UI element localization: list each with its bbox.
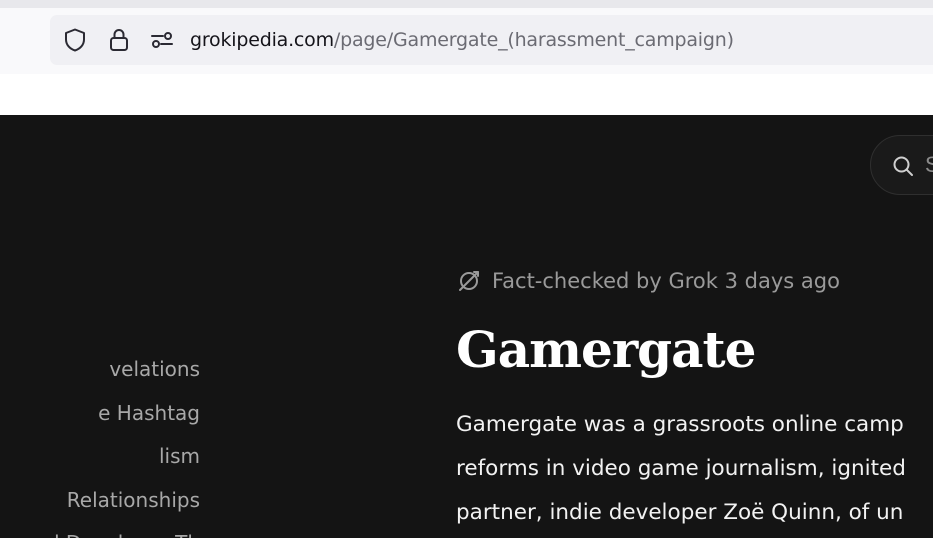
- url-path: /page/Gamergate_(harassment_campaign): [333, 29, 734, 51]
- article-page: S velations e Hashtag lism Relationships…: [0, 115, 933, 538]
- permissions-icon[interactable]: [149, 27, 175, 53]
- shield-icon[interactable]: [62, 27, 88, 53]
- toc-item[interactable]: velations: [109, 354, 200, 384]
- fact-check-text: Fact-checked by Grok 3 days ago: [492, 269, 840, 293]
- url-host: grokipedia.com: [190, 29, 334, 51]
- browser-toolbar: grokipedia.com/page/Gamergate_(harassmen…: [0, 8, 933, 74]
- page-title: Gamergate: [456, 320, 756, 379]
- article-text-line: reforms in video game journalism, ignite…: [456, 456, 906, 481]
- search-label: S: [925, 152, 933, 177]
- fact-check-icon: [456, 268, 482, 294]
- toc-item[interactable]: d Developer Th: [47, 528, 200, 538]
- page-top-strip: [0, 74, 933, 115]
- article-text-line: partner, indie developer Zoë Quinn, of u…: [456, 500, 904, 525]
- fact-check-line: Fact-checked by Grok 3 days ago: [456, 266, 840, 296]
- tab-strip: [0, 0, 933, 8]
- search-button[interactable]: S: [870, 135, 933, 195]
- toc-item[interactable]: lism: [159, 441, 200, 471]
- url-text[interactable]: grokipedia.com/page/Gamergate_(harassmen…: [190, 27, 734, 53]
- address-bar[interactable]: grokipedia.com/page/Gamergate_(harassmen…: [50, 15, 933, 65]
- search-icon: [891, 154, 915, 178]
- toc-item[interactable]: e Hashtag: [98, 398, 200, 428]
- lock-icon[interactable]: [106, 27, 132, 53]
- article-text-line: Gamergate was a grassroots online camp: [456, 412, 904, 437]
- table-of-contents: velations e Hashtag lism Relationships d…: [0, 115, 200, 538]
- toc-item[interactable]: Relationships: [67, 485, 200, 515]
